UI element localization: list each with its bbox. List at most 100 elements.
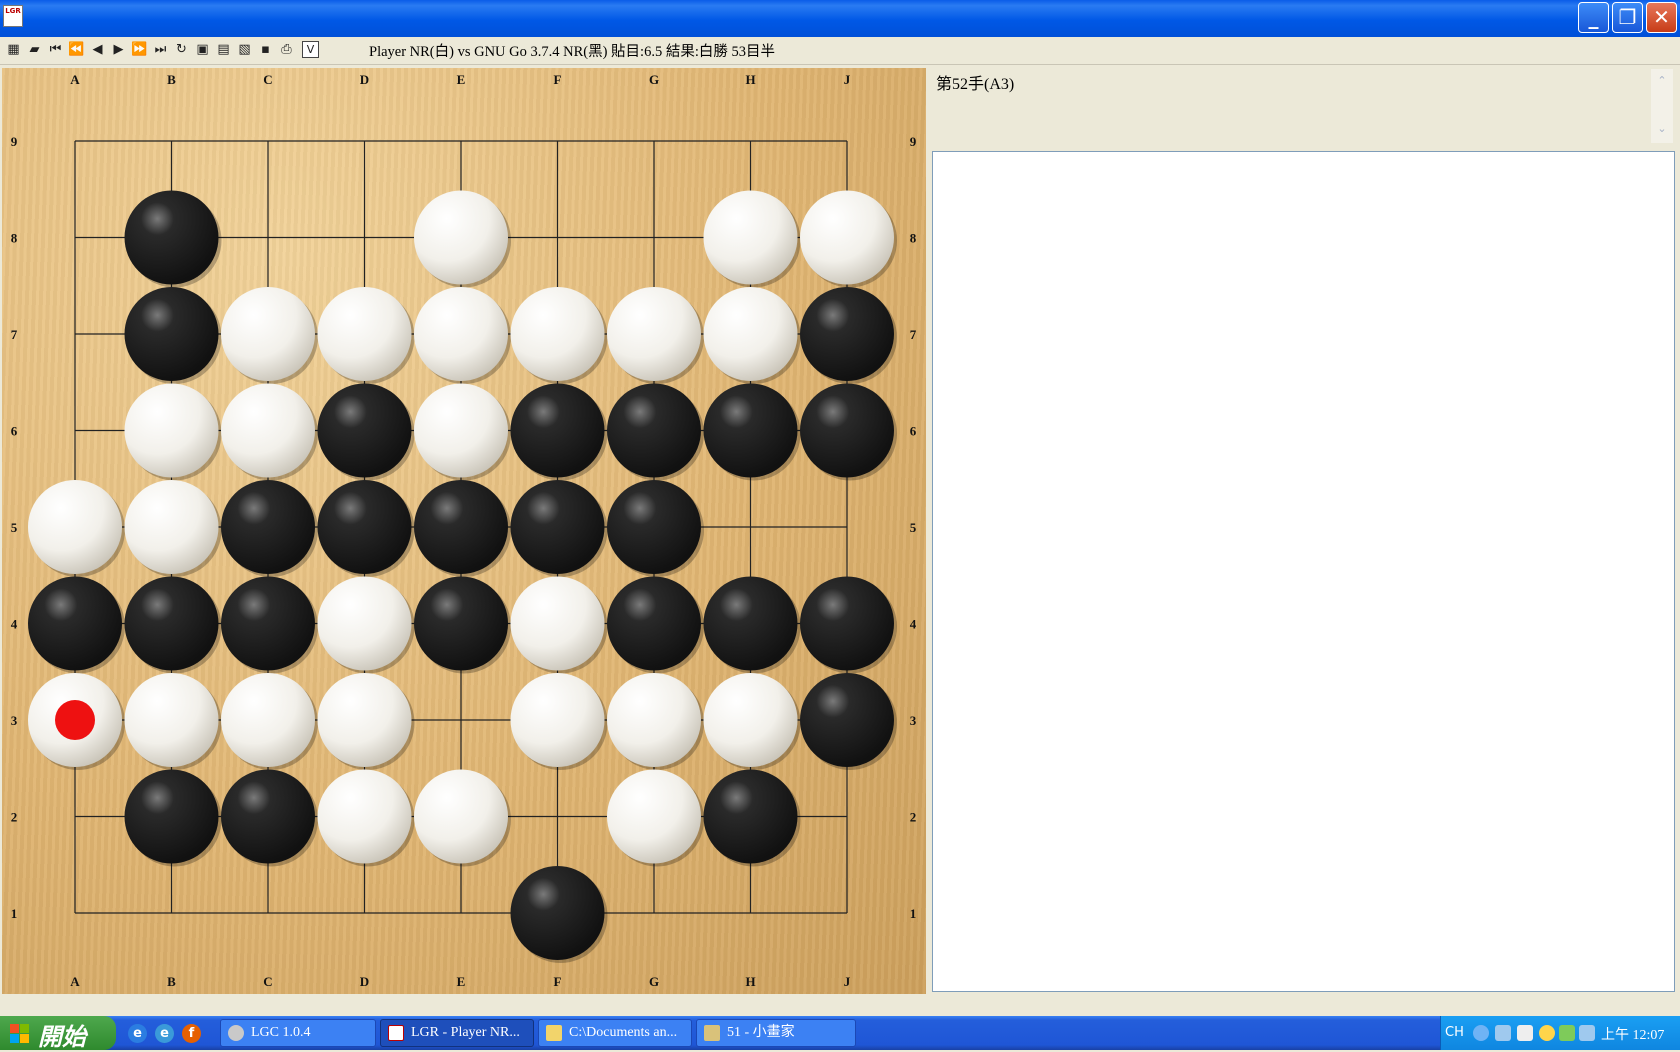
open-folder-icon[interactable]: ▰ <box>26 41 43 58</box>
edit-icon[interactable]: ▧ <box>236 41 253 58</box>
white-stone-J8 <box>800 190 894 285</box>
black-stone-B8 <box>124 190 219 285</box>
refresh-icon[interactable]: ↻ <box>173 41 190 58</box>
security-icon[interactable] <box>1539 1025 1555 1041</box>
white-stone-G2 <box>607 769 701 864</box>
col-label-B: B <box>167 72 176 87</box>
col-label-H: H <box>745 72 755 87</box>
tray-arrow-icon[interactable] <box>1473 1025 1489 1041</box>
white-stone-D3 <box>317 673 412 767</box>
black-stone-B7 <box>124 287 219 381</box>
white-stone-E7 <box>414 287 508 381</box>
back-ten-icon[interactable]: ⏪ <box>68 41 85 58</box>
title-bar: LGR _ ❐ ✕ <box>0 0 1680 37</box>
comment-textarea[interactable] <box>932 151 1675 992</box>
network2-icon[interactable] <box>1579 1025 1595 1041</box>
white-stone-B6 <box>124 383 219 478</box>
col-label-F: F <box>554 72 562 87</box>
black-stone-B4 <box>124 576 219 671</box>
row-label-4: 4 <box>11 617 18 632</box>
black-stone-E5 <box>414 480 508 574</box>
go-board[interactable]: A A B B C C D D E E F F G G H H J J 9 9 8 8 7 7 6 6 5 5 4 4 3 3 2 2 1 1 <box>2 68 926 994</box>
white-stone-F7 <box>510 287 605 381</box>
ime-icon[interactable] <box>1517 1025 1533 1041</box>
row-label-8: 8 <box>910 231 917 246</box>
clock: 上午 12:07 <box>1601 1028 1665 1043</box>
black-stone-A4 <box>28 576 122 671</box>
black-stone-D6 <box>317 383 412 478</box>
black-stone-G4 <box>607 576 701 671</box>
row-label-7: 7 <box>11 327 18 342</box>
task-lgc[interactable]: LGC 1.0.4 <box>220 1019 376 1047</box>
disk-icon[interactable]: ▪ <box>257 41 274 58</box>
white-stone-F3 <box>510 673 605 767</box>
row-label-5: 5 <box>910 520 917 535</box>
black-stone-E4 <box>414 576 508 671</box>
row-label-2: 2 <box>910 810 917 825</box>
forward-ten-icon[interactable]: ⏩ <box>131 41 148 58</box>
row-label-1: 1 <box>910 906 917 921</box>
black-stone-H6 <box>703 383 798 478</box>
user-icon[interactable] <box>1559 1025 1575 1041</box>
row-label-9: 9 <box>910 134 917 149</box>
language-indicator[interactable]: CH <box>1445 1025 1464 1040</box>
col-label-J: J <box>844 974 851 989</box>
white-stone-F4 <box>510 576 605 671</box>
outlook-express-icon[interactable]: e <box>155 1024 174 1043</box>
move-label-scrollbar[interactable]: ⌃ ⌄ <box>1651 69 1673 143</box>
task-lgr[interactable]: LGR - Player NR... <box>380 1019 534 1047</box>
paint-icon <box>704 1025 720 1041</box>
minimize-button[interactable]: _ <box>1578 2 1609 33</box>
app-icon[interactable]: LGR <box>3 5 23 27</box>
taskbar: 開始 e e f LGC 1.0.4 LGR - Player NR... C:… <box>0 1016 1680 1051</box>
row-label-3: 3 <box>910 713 917 728</box>
first-move-icon[interactable]: ⏮ <box>47 41 64 58</box>
row-label-7: 7 <box>910 327 917 342</box>
row-label-1: 1 <box>11 906 18 921</box>
row-label-6: 6 <box>910 424 917 439</box>
scroll-up-icon[interactable]: ⌃ <box>1652 71 1672 91</box>
black-stone-F1 <box>510 866 605 960</box>
forward-icon[interactable]: ▶ <box>110 41 127 58</box>
col-label-H: H <box>745 974 755 989</box>
black-stone-F6 <box>510 383 605 478</box>
export-icon[interactable]: ▤ <box>215 41 232 58</box>
task-label: LGR - Player NR... <box>411 1025 520 1040</box>
scroll-down-icon[interactable]: ⌄ <box>1652 119 1672 139</box>
network-icon[interactable] <box>1495 1025 1511 1041</box>
col-label-A: A <box>70 974 80 989</box>
black-stone-D5 <box>317 480 412 574</box>
white-stone-H3 <box>703 673 798 767</box>
col-label-B: B <box>167 974 176 989</box>
black-stone-J6 <box>800 383 894 478</box>
task-explorer[interactable]: C:\Documents an... <box>538 1019 692 1047</box>
variation-button[interactable]: V <box>302 41 319 58</box>
board-icon[interactable]: ▦ <box>5 41 22 58</box>
save-icon[interactable]: ▣ <box>194 41 211 58</box>
white-stone-A5 <box>28 480 122 574</box>
black-stone-J4 <box>800 576 894 671</box>
windows-flag-icon <box>10 1024 30 1044</box>
white-stone-G3 <box>607 673 701 767</box>
maximize-button[interactable]: ❐ <box>1612 2 1643 33</box>
board-canvas[interactable]: A A B B C C D D E E F F G G H H J J 9 9 8 8 7 7 6 6 5 5 4 4 3 3 2 2 1 1 <box>2 68 926 994</box>
row-label-8: 8 <box>11 231 18 246</box>
white-stone-D4 <box>317 576 412 671</box>
print-icon[interactable]: ⎙ <box>278 41 295 58</box>
close-button[interactable]: ✕ <box>1646 2 1677 33</box>
task-paint[interactable]: 51 - 小畫家 <box>696 1019 856 1047</box>
white-stone-E6 <box>414 383 508 478</box>
black-stone-C2 <box>221 769 315 864</box>
start-label: 開始 <box>38 1023 86 1051</box>
start-button[interactable]: 開始 <box>0 1016 116 1051</box>
game-title: Player NR(白) vs GNU Go 3.7.4 NR(黑) 貼目:6.… <box>369 44 775 60</box>
system-tray: CH 上午 12:07 <box>1440 1016 1680 1050</box>
ie-icon[interactable]: e <box>128 1024 147 1043</box>
black-stone-C4 <box>221 576 315 671</box>
white-stone-E8 <box>414 190 508 285</box>
col-label-F: F <box>554 974 562 989</box>
firefox-icon[interactable]: f <box>182 1024 201 1043</box>
last-move-icon[interactable]: ⏭ <box>152 41 169 58</box>
back-icon[interactable]: ◀ <box>89 41 106 58</box>
white-stone-B3 <box>124 673 219 767</box>
